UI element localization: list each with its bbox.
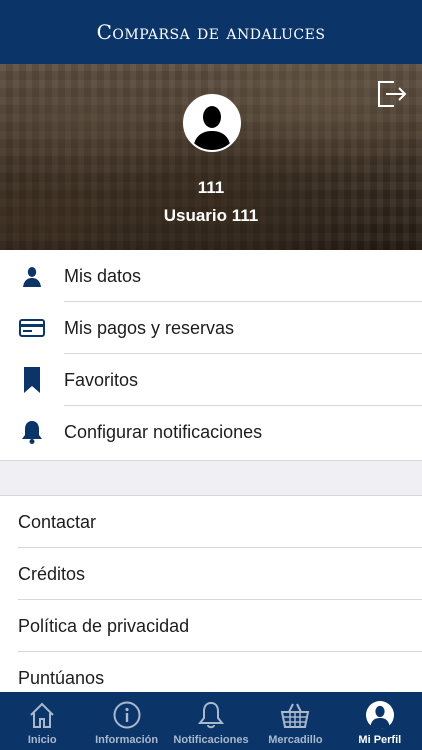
info-links: Contactar Créditos Política de privacida… xyxy=(0,496,422,704)
menu-item-label: Mis pagos y reservas xyxy=(64,317,235,338)
top-bar: Comparsa de andaluces xyxy=(0,0,422,64)
menu-item-label: Configurar notificaciones xyxy=(64,421,263,442)
link-label: Puntúanos xyxy=(18,667,105,688)
tab-label: Mi Perfil xyxy=(358,734,402,746)
tab-informacion[interactable]: Información xyxy=(84,692,168,750)
user-id: 111 xyxy=(197,178,225,197)
link-creditos[interactable]: Créditos xyxy=(0,548,422,600)
section-gap xyxy=(0,460,422,496)
link-politica-privacidad[interactable]: Política de privacidad xyxy=(0,600,422,652)
bookmark-icon xyxy=(0,367,64,393)
profile-header: 111 Usuario 111 xyxy=(0,64,422,250)
home-icon xyxy=(28,700,56,730)
basket-icon xyxy=(280,700,310,730)
tab-mi-perfil[interactable]: Mi Perfil xyxy=(338,692,422,750)
logout-icon xyxy=(378,81,407,107)
tab-label: Notificaciones xyxy=(173,734,249,746)
menu-item-mis-datos[interactable]: Mis datos xyxy=(0,250,422,302)
bell-icon xyxy=(198,700,225,730)
menu-item-mis-pagos[interactable]: Mis pagos y reservas xyxy=(0,302,422,354)
link-label: Política de privacidad xyxy=(18,615,190,636)
menu-item-favoritos[interactable]: Favoritos xyxy=(0,354,422,406)
person-icon xyxy=(0,265,64,287)
tab-notificaciones[interactable]: Notificaciones xyxy=(169,692,253,750)
bell-icon xyxy=(0,420,64,444)
tab-bar: Inicio Información Notificaciones Mercad… xyxy=(0,692,422,750)
user-silhouette-icon xyxy=(185,96,239,150)
info-icon xyxy=(113,700,141,730)
menu-item-label: Mis datos xyxy=(64,265,142,286)
profile-icon xyxy=(365,700,395,730)
logout-button[interactable] xyxy=(376,80,408,108)
link-contactar[interactable]: Contactar xyxy=(0,496,422,548)
credit-card-icon xyxy=(0,319,64,337)
user-name: Usuario 111 xyxy=(163,206,259,225)
tab-inicio[interactable]: Inicio xyxy=(0,692,84,750)
tab-mercadillo[interactable]: Mercadillo xyxy=(253,692,337,750)
menu-item-label: Favoritos xyxy=(64,369,139,390)
tab-label: Inicio xyxy=(27,734,57,746)
avatar xyxy=(183,94,241,152)
tab-label: Mercadillo xyxy=(268,734,323,746)
link-label: Créditos xyxy=(18,563,86,584)
profile-menu: Mis datos Mis pagos y reservas Favoritos xyxy=(0,250,422,458)
link-label: Contactar xyxy=(18,511,97,532)
tab-label: Información xyxy=(95,734,159,746)
menu-item-notificaciones[interactable]: Configurar notificaciones xyxy=(0,406,422,458)
app-title: Comparsa de andaluces xyxy=(96,20,326,44)
